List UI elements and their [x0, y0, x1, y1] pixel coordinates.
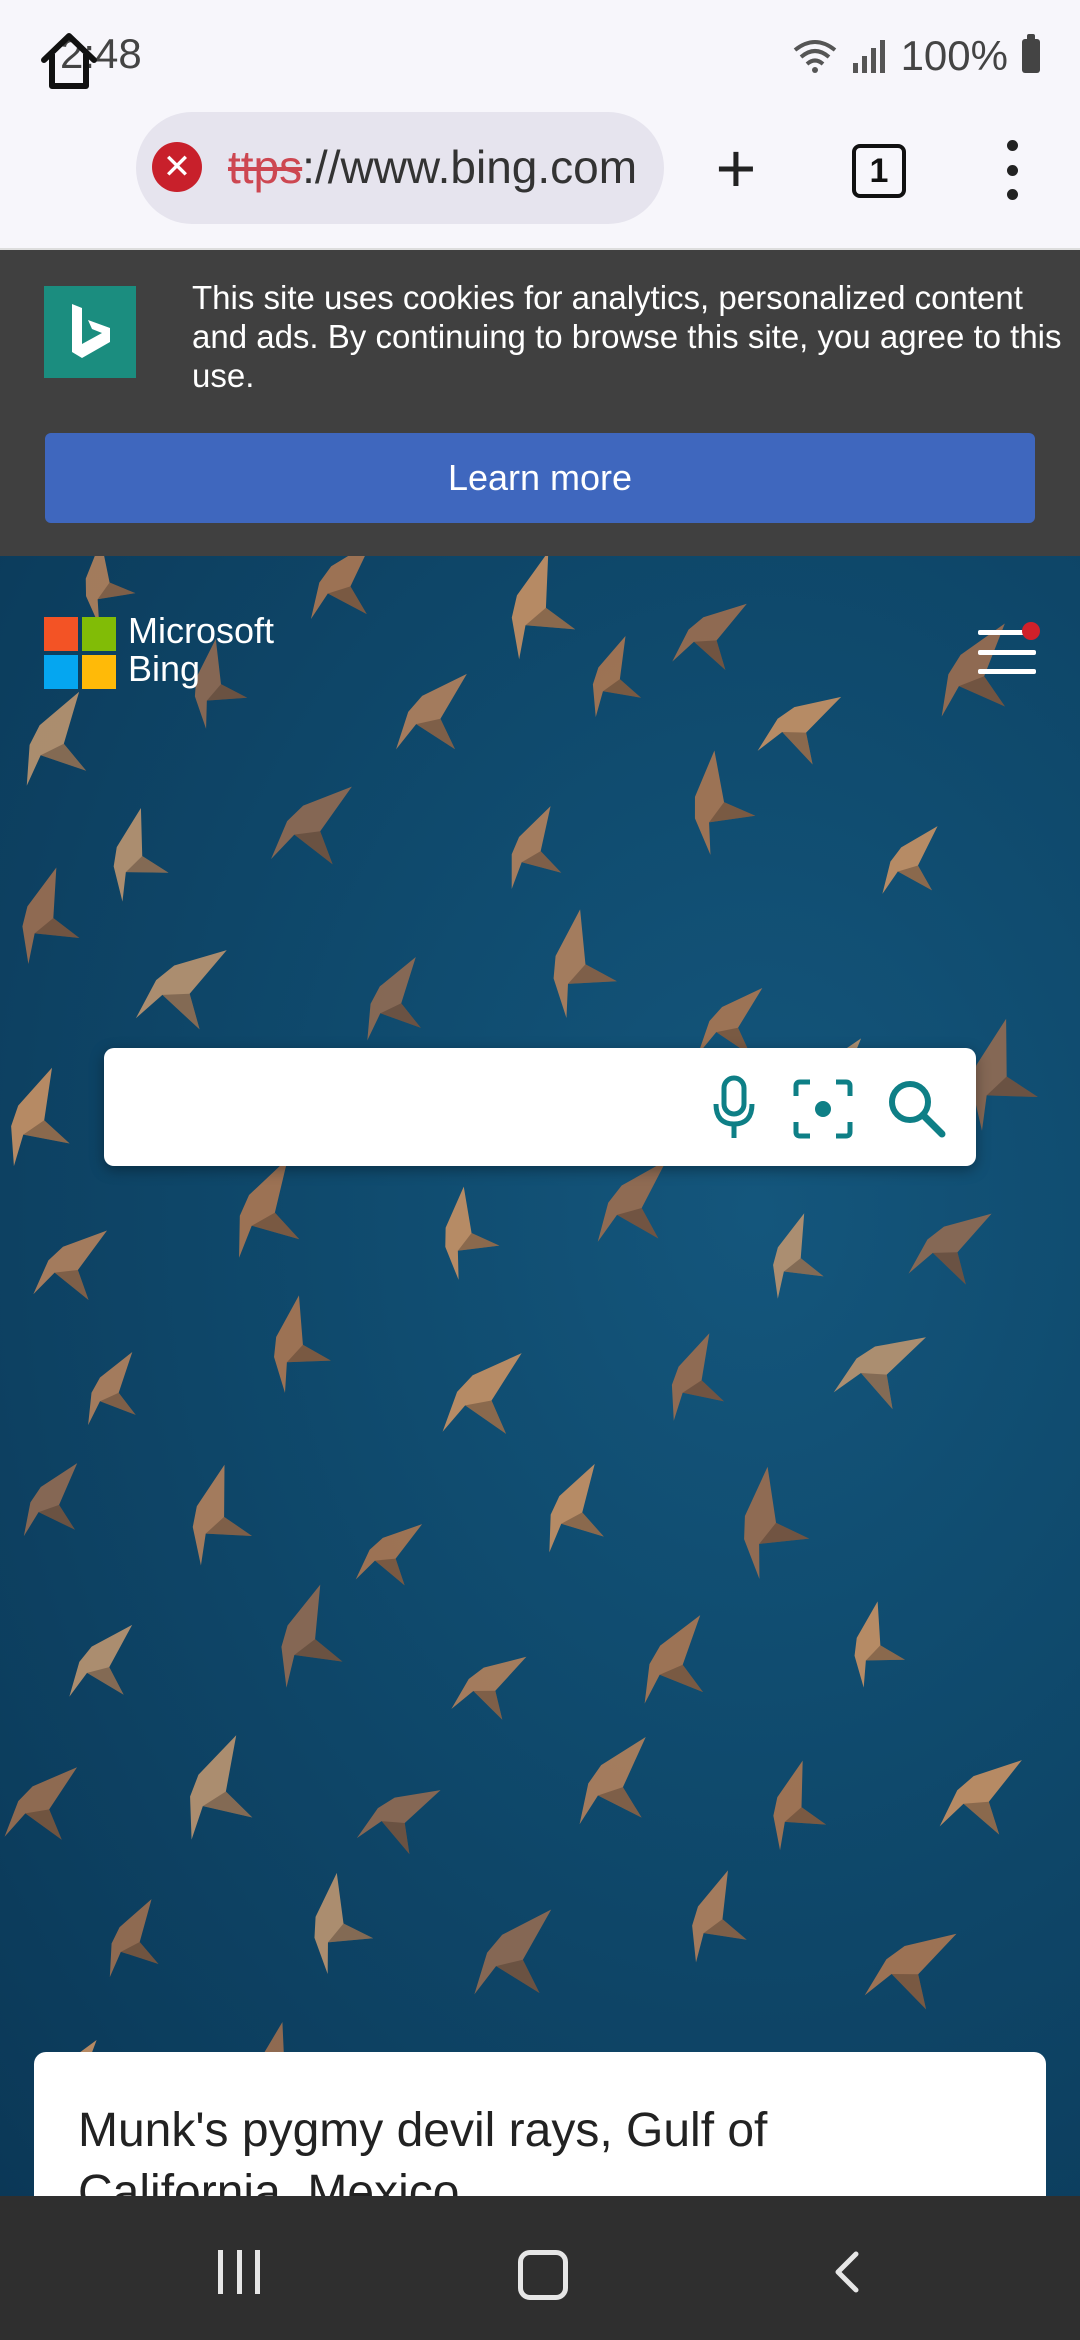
browser-menu-button[interactable]	[1000, 140, 1024, 200]
devil-ray-shape	[773, 1760, 827, 1851]
url-scheme: ttps	[228, 141, 303, 193]
devil-ray-shape	[274, 1295, 331, 1393]
tab-switcher-button[interactable]: 1	[852, 144, 906, 198]
devil-ray-shape	[23, 1463, 78, 1537]
devil-ray-shape	[671, 1333, 724, 1421]
devil-ray-shape	[592, 635, 642, 718]
devil-ray-shape	[190, 1735, 253, 1840]
devil-ray-shape	[451, 1656, 527, 1720]
devil-ray-shape	[864, 1933, 957, 2010]
system-home-button[interactable]	[518, 2250, 568, 2300]
recent-apps-button[interactable]	[218, 2250, 260, 2294]
devil-ray-shape	[744, 1466, 810, 1580]
devil-ray-shape	[644, 1615, 704, 1704]
battery-percent: 100%	[900, 32, 1008, 79]
devil-ray-shape	[4, 1767, 78, 1840]
visual-search-icon[interactable]	[792, 1078, 854, 1140]
devil-ray-shape	[22, 867, 80, 965]
devil-ray-shape	[549, 1463, 604, 1553]
microphone-icon[interactable]	[708, 1074, 760, 1142]
microsoft-logo-icon[interactable]	[44, 617, 116, 689]
new-tab-button[interactable]: +	[706, 133, 766, 203]
devil-ray-shape	[773, 1213, 824, 1299]
devil-ray-shape	[442, 1353, 522, 1434]
learn-more-button[interactable]: Learn more	[45, 433, 1035, 523]
hero-background-image	[0, 556, 1080, 2196]
cookie-message: This site uses cookies for analytics, pe…	[192, 279, 1062, 394]
bing-logo-icon	[44, 286, 136, 378]
battery-icon	[1022, 34, 1040, 73]
devil-ray-shape	[69, 1624, 133, 1697]
devil-ray-shape	[396, 673, 467, 750]
devil-ray-shape	[135, 950, 227, 1030]
search-input[interactable]	[132, 1068, 696, 1150]
devil-ray-shape	[271, 786, 352, 865]
devil-ray-shape	[192, 1464, 252, 1566]
devil-ray-shape	[239, 1158, 300, 1258]
devil-ray-shape	[672, 603, 747, 670]
devil-ray-shape	[11, 1067, 70, 1167]
devil-ray-shape	[553, 909, 617, 1019]
menu-dot	[1006, 140, 1018, 151]
notification-dot	[1022, 622, 1040, 640]
url-domain: ://www.bing.com	[302, 141, 638, 193]
status-icons: 100%	[793, 30, 1040, 82]
devil-ray-shape	[939, 1760, 1022, 1835]
menu-dot	[1006, 189, 1018, 200]
back-icon[interactable]	[830, 2250, 862, 2294]
devil-ray-shape	[692, 1870, 747, 1963]
brand-line-bing: Bing	[128, 648, 201, 689]
signal-icon	[852, 40, 885, 73]
devil-ray-shape	[113, 807, 169, 902]
devil-ray-shape	[445, 1186, 500, 1280]
devil-ray-shape	[88, 1352, 136, 1426]
menu-dot	[1006, 164, 1018, 176]
devil-ray-shape	[694, 750, 756, 855]
devil-rays-image	[4, 556, 1038, 2136]
devil-ray-shape	[579, 1736, 646, 1825]
devil-ray-shape	[511, 806, 562, 889]
devil-ray-shape	[109, 1899, 159, 1978]
error-icon[interactable]: ✕	[152, 142, 202, 192]
devil-ray-shape	[474, 1909, 552, 1995]
devil-ray-shape	[26, 691, 87, 786]
devil-ray-shape	[908, 1213, 992, 1285]
url-text[interactable]: ttps://www.bing.com	[228, 140, 637, 194]
brand-line-microsoft: Microsoft	[128, 610, 275, 651]
devil-ray-shape	[854, 1601, 905, 1688]
devil-ray-shape	[281, 1584, 343, 1688]
search-icon[interactable]	[884, 1076, 948, 1140]
devil-ray-shape	[314, 1872, 374, 1974]
home-icon[interactable]	[36, 28, 102, 94]
devil-ray-shape	[33, 1230, 108, 1300]
wifi-icon	[793, 40, 836, 73]
devil-ray-shape	[757, 696, 842, 765]
devil-ray-shape	[597, 1160, 667, 1242]
devil-ray-shape	[882, 826, 938, 894]
devil-ray-shape	[355, 1524, 423, 1586]
devil-ray-shape	[310, 556, 372, 620]
brand-name[interactable]: Microsoft Bing	[128, 612, 274, 688]
devil-ray-shape	[367, 956, 421, 1041]
devil-ray-shape	[356, 1790, 441, 1855]
devil-ray-shape	[511, 556, 576, 660]
devil-ray-shape	[833, 1337, 926, 1410]
